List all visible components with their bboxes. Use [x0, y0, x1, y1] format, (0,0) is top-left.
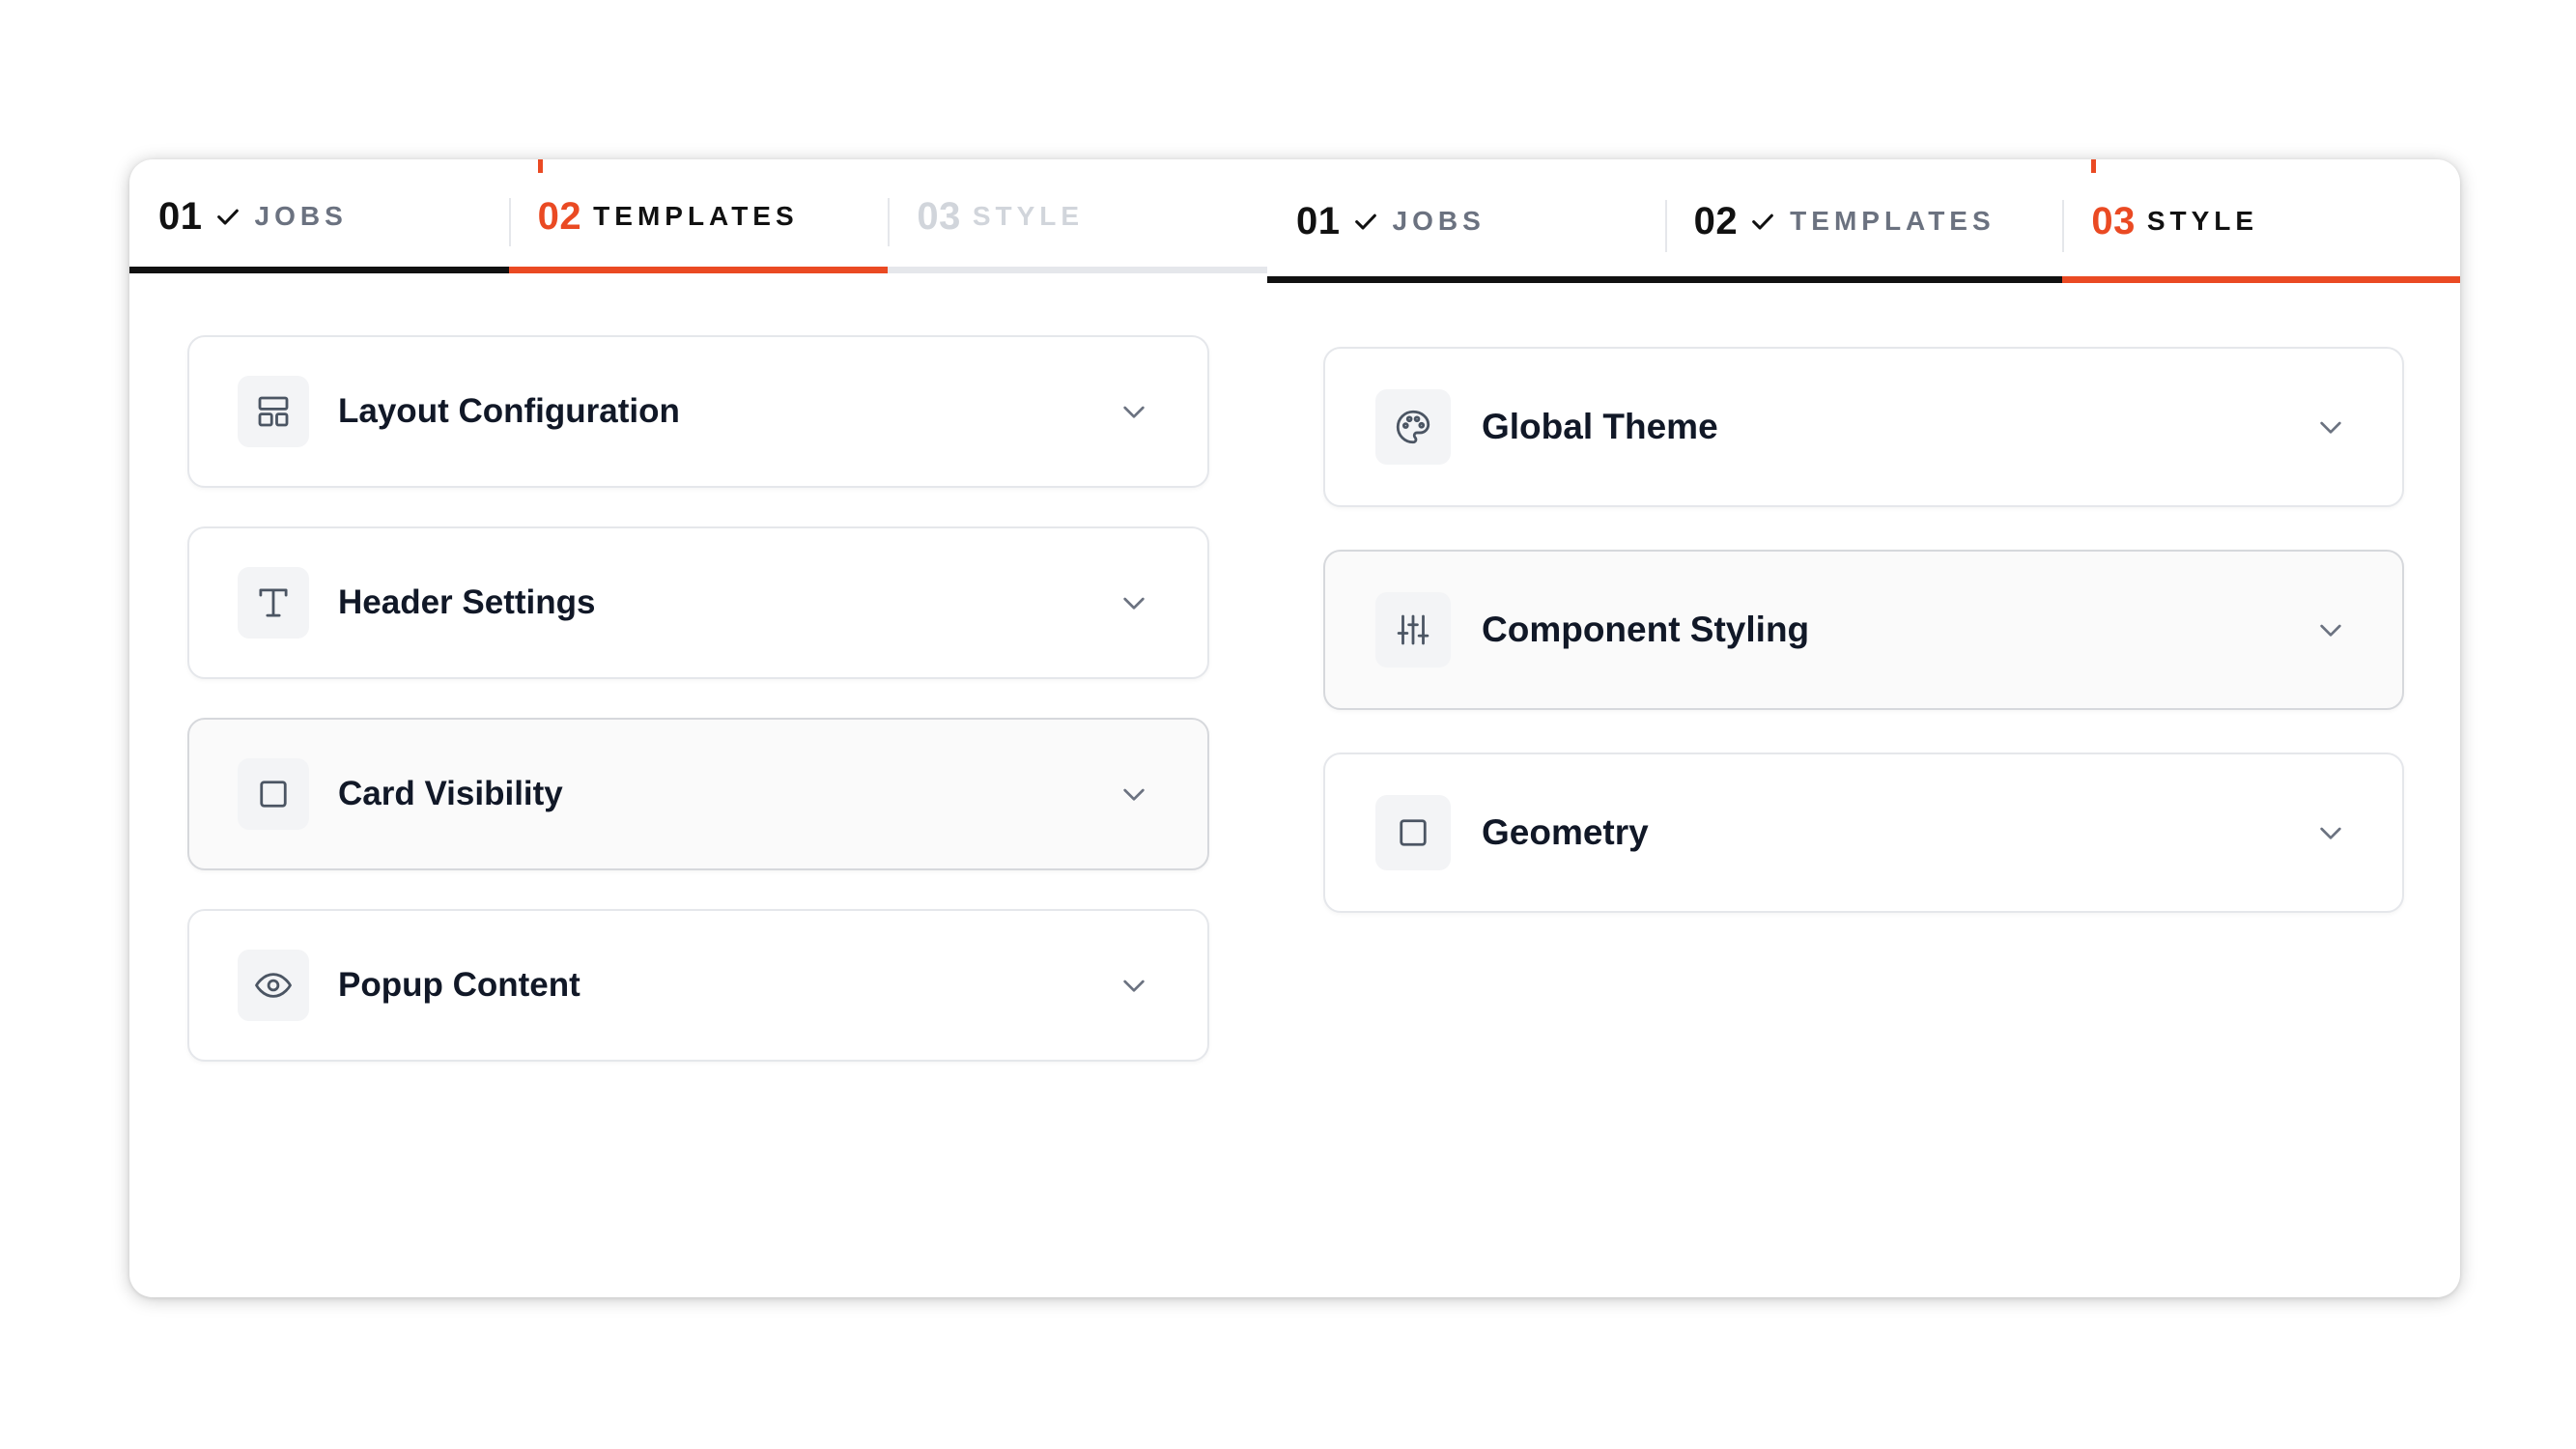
- step-progress-bar: [129, 267, 509, 273]
- step-label: STYLE: [972, 201, 1085, 231]
- accordion-layout-configuration[interactable]: Layout Configuration: [187, 335, 1209, 488]
- step-divider: [888, 198, 891, 246]
- step-progress-bar: [508, 267, 889, 273]
- icon-container: [238, 376, 309, 447]
- accordion-geometry[interactable]: Geometry: [1323, 753, 2404, 913]
- step-label: JOBS: [254, 201, 348, 231]
- step-number: 02: [537, 194, 582, 238]
- chevron-down-icon[interactable]: [2315, 817, 2346, 848]
- step-jobs[interactable]: 01 JOBS: [1267, 159, 1665, 283]
- accordion-title: Layout Configuration: [338, 392, 680, 430]
- step-number: 03: [2091, 199, 2136, 242]
- step-progress-bar: [888, 267, 1268, 273]
- chevron-down-icon[interactable]: [2315, 412, 2346, 442]
- icon-container: [238, 567, 309, 639]
- stepper: 01 JOBS 02 TEMPLATES 03 STYLE: [1267, 159, 2460, 283]
- palette-icon: [1396, 410, 1430, 444]
- chevron-down-icon[interactable]: [1118, 779, 1149, 810]
- step-label: JOBS: [1392, 206, 1486, 236]
- accordion-popup-content[interactable]: Popup Content: [187, 909, 1209, 1062]
- step-number: 01: [158, 194, 203, 238]
- step-number: 01: [1296, 199, 1341, 242]
- stepper: 01 JOBS 02 TEMPLATES 03 STYLE: [129, 159, 1268, 273]
- step-templates[interactable]: 02 TEMPLATES: [508, 159, 889, 273]
- accordion-list: Global Theme Component Styling Geometry: [1267, 347, 2460, 955]
- wizard-comparison-frame: 01 JOBS 02 TEMPLATES 03 STYLE Layout Con…: [129, 159, 2460, 1297]
- check-icon: [1752, 213, 1774, 230]
- step-style[interactable]: 03 STYLE: [2062, 159, 2460, 283]
- accordion-title: Header Settings: [338, 583, 596, 621]
- square-icon: [260, 781, 287, 808]
- chevron-down-icon[interactable]: [1118, 587, 1149, 618]
- sliders-icon: [1397, 614, 1430, 645]
- step-label: TEMPLATES: [1790, 206, 1996, 236]
- step-style[interactable]: 03 STYLE: [888, 159, 1268, 273]
- icon-container: [1375, 592, 1451, 668]
- step-divider: [508, 198, 511, 246]
- accordion-list: Layout Configuration Header Settings Car…: [129, 335, 1267, 1100]
- step-number: 03: [917, 194, 961, 238]
- type-icon: [259, 588, 288, 617]
- accordion-title: Card Visibility: [338, 775, 563, 812]
- step-templates[interactable]: 02 TEMPLATES: [1664, 159, 2063, 283]
- step-label: STYLE: [2146, 206, 2259, 236]
- chevron-down-icon[interactable]: [2315, 614, 2346, 645]
- step-number: 02: [1693, 199, 1739, 242]
- accordion-title: Component Styling: [1482, 610, 1810, 649]
- accordion-card-visibility[interactable]: Card Visibility: [187, 718, 1209, 870]
- step-divider: [2062, 200, 2065, 252]
- step-progress-bar: [1664, 276, 2063, 283]
- active-step-marker: [537, 159, 543, 173]
- layout-icon: [258, 396, 289, 427]
- accordion-global-theme[interactable]: Global Theme: [1323, 347, 2404, 507]
- icon-container: [238, 950, 309, 1021]
- step-progress-bar: [2062, 276, 2460, 283]
- check-icon: [1354, 213, 1376, 230]
- accordion-component-styling[interactable]: Component Styling: [1323, 550, 2404, 710]
- icon-container: [238, 758, 309, 830]
- step-progress-bar: [1267, 276, 1665, 283]
- chevron-down-icon[interactable]: [1118, 970, 1149, 1001]
- check-icon: [216, 209, 239, 225]
- square-icon: [1400, 819, 1427, 846]
- chevron-down-icon[interactable]: [1118, 396, 1149, 427]
- style-step-panel: 01 JOBS 02 TEMPLATES 03 STYLE Global The…: [1267, 159, 2460, 1297]
- step-divider: [1664, 200, 1667, 252]
- icon-container: [1375, 389, 1451, 465]
- step-jobs[interactable]: 01 JOBS: [129, 159, 509, 273]
- accordion-title: Geometry: [1482, 812, 1649, 852]
- templates-step-panel: 01 JOBS 02 TEMPLATES 03 STYLE Layout Con…: [129, 159, 1268, 1297]
- step-label: TEMPLATES: [593, 201, 799, 231]
- accordion-header-settings[interactable]: Header Settings: [187, 526, 1209, 679]
- icon-container: [1375, 795, 1451, 870]
- accordion-title: Global Theme: [1482, 407, 1718, 446]
- accordion-title: Popup Content: [338, 966, 580, 1004]
- active-step-marker: [2091, 159, 2097, 173]
- eye-icon: [255, 973, 292, 998]
